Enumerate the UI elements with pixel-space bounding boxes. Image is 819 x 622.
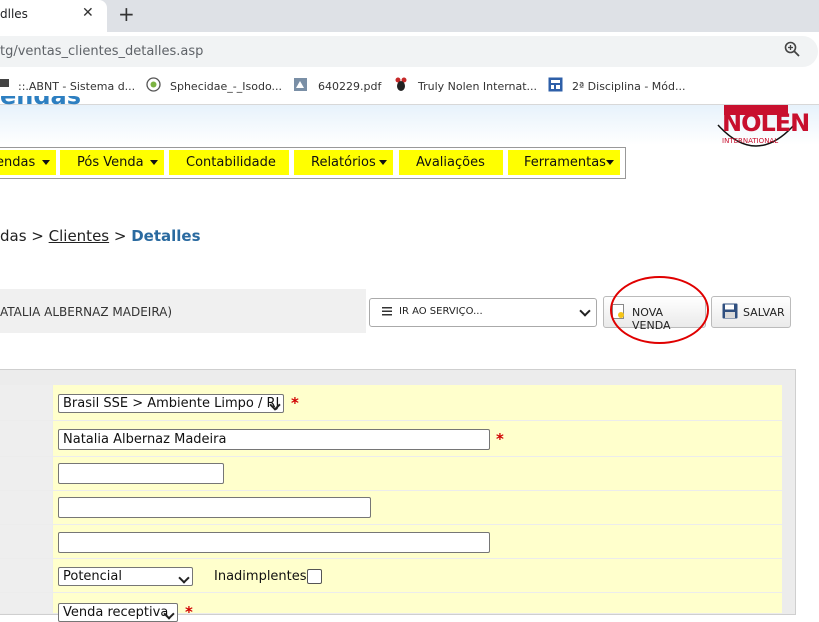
bookmark-sphecidae[interactable]: Sphecidae_-_Isodo...	[170, 80, 282, 93]
bookmark-abnt[interactable]: ::.ABNT - Sistema d...	[18, 80, 135, 93]
breadcrumb-separator: >	[26, 227, 49, 245]
service-select[interactable]: IR AO SERVIÇO...	[369, 298, 597, 327]
form-label-cell	[0, 559, 52, 592]
service-select-value: IR AO SERVIÇO...	[399, 306, 483, 317]
medium-text-field[interactable]	[58, 497, 371, 518]
page-title: endas	[0, 96, 80, 106]
bookmark-truly-nolen[interactable]: Truly Nolen Internat...	[418, 80, 537, 93]
logo-text: NOLEN	[722, 109, 810, 137]
tab-title: dlles	[0, 7, 28, 21]
bookmark-disciplina[interactable]: 2ª Disciplina - Mód...	[572, 80, 686, 93]
status-select[interactable]: Potencial	[58, 567, 193, 586]
breadcrumb-vendas[interactable]: das	[0, 227, 27, 245]
required-marker: *	[291, 394, 299, 412]
wikipedia-icon	[146, 77, 161, 92]
pdf-icon	[293, 77, 308, 92]
zoom-icon[interactable]	[784, 41, 800, 61]
required-marker: *	[185, 603, 193, 621]
menu-avaliacoes[interactable]: Avaliações	[399, 150, 503, 175]
short-text-field[interactable]	[58, 463, 224, 484]
new-tab-button[interactable]: +	[118, 2, 135, 26]
chevron-down-icon	[579, 305, 591, 317]
tab-strip: dlles ✕ +	[0, 0, 819, 32]
address-bar: tg/ventas_clientes_detalles.asp	[0, 32, 819, 71]
menu-relatorios[interactable]: Relatórios	[294, 150, 393, 175]
truly-nolen-logo[interactable]: NOLEN INTERNATIONAL	[716, 105, 810, 163]
page-title-clip: endas	[0, 96, 80, 106]
highlight-circle-annotation	[610, 276, 709, 344]
page-header	[0, 105, 819, 145]
breadcrumb-separator: >	[109, 227, 132, 245]
client-name: ATALIA ALBERNAZ MADEIRA)	[0, 305, 173, 319]
form-label-cell	[0, 385, 52, 420]
inadimplentes-checkbox[interactable]	[307, 569, 322, 584]
browser-tab[interactable]: dlles ✕	[0, 0, 107, 32]
breadcrumb-clientes[interactable]: Clientes	[49, 227, 109, 245]
menu-vendas[interactable]: endas	[0, 150, 56, 175]
form-label-cell	[0, 457, 52, 490]
region-select-value: Brasil SSE > Ambiente Limpo / RJ	[63, 396, 280, 411]
form-label-cell	[0, 491, 52, 524]
grid-icon	[548, 77, 563, 92]
mouse-icon	[395, 77, 410, 92]
inadimplentes-label: Inadimplentes:	[214, 569, 311, 584]
name-field-value: Natalia Albernaz Madeira	[63, 432, 227, 447]
status-select-value: Potencial	[63, 569, 123, 584]
bookmarks-bar: ::.ABNT - Sistema d... Sphecidae_-_Isodo…	[0, 71, 819, 105]
floppy-disk-icon	[722, 303, 738, 322]
menu-lines-icon	[382, 305, 392, 319]
logo-subtext: INTERNATIONAL	[722, 137, 779, 145]
menu-pos-venda[interactable]: Pós Venda	[60, 150, 164, 175]
bookmark-pdf[interactable]: 640229.pdf	[318, 80, 381, 93]
form-label-cell	[0, 421, 52, 456]
long-text-field[interactable]	[58, 532, 490, 553]
required-marker: *	[496, 430, 504, 448]
computer-icon	[0, 77, 15, 92]
save-label: SALVAR	[743, 306, 785, 319]
menu-contabilidade[interactable]: Contabilidade	[169, 150, 289, 175]
name-field[interactable]: Natalia Albernaz Madeira	[58, 429, 490, 450]
save-button[interactable]: SALVAR	[711, 296, 791, 328]
region-select[interactable]: Brasil SSE > Ambiente Limpo / RJ	[58, 394, 284, 413]
form-label-cell	[0, 593, 52, 613]
close-icon[interactable]: ✕	[82, 5, 94, 21]
menu-ferramentas[interactable]: Ferramentas	[508, 150, 620, 175]
form-label-cell	[0, 525, 52, 558]
breadcrumb: das > Clientes > Detalles	[0, 227, 201, 245]
breadcrumb-current: Detalles	[131, 227, 201, 245]
chevron-down-icon	[178, 572, 190, 584]
url-text[interactable]: tg/ventas_clientes_detalles.asp	[0, 44, 203, 59]
